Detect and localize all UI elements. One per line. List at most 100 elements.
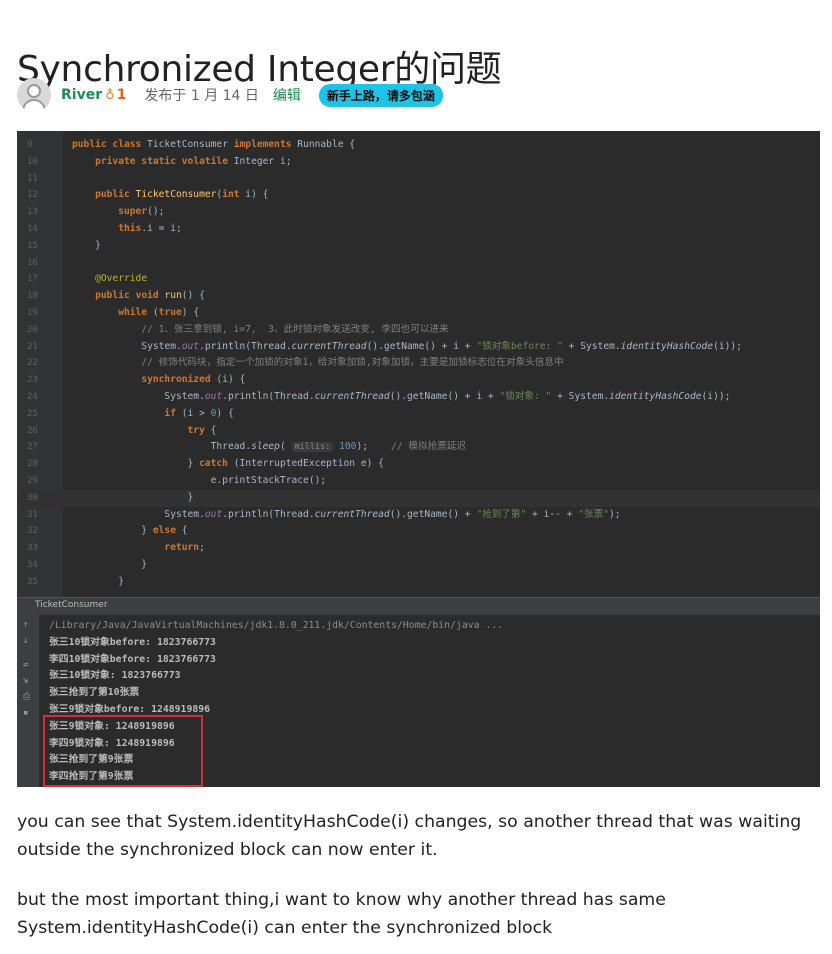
- line-number: 27: [27, 442, 38, 453]
- line-number: 9: [27, 140, 33, 150]
- code-text: System.out.println(Thread.currentThread(…: [72, 340, 742, 352]
- line-number: 32: [27, 526, 38, 537]
- line-number: 26: [27, 425, 38, 436]
- code-text: public TicketConsumer(int i) {: [95, 189, 269, 201]
- line-number: 17: [27, 274, 38, 285]
- code-text: return;: [164, 542, 205, 554]
- code-line: 14 this.i = i;: [17, 221, 820, 238]
- ide-editor: 9 public class TicketConsumer implements …: [17, 131, 820, 597]
- line-number: 13: [27, 207, 38, 218]
- code-line: 13 super();: [17, 204, 820, 221]
- arrow-up-icon: ↑: [23, 620, 29, 630]
- line-number: 22: [27, 358, 38, 369]
- line-number: 18: [27, 291, 38, 302]
- reputation-count: 1: [116, 87, 127, 103]
- line-number: 23: [27, 375, 38, 386]
- console-line: 张三10锁对象: 1823766773: [49, 670, 181, 682]
- line-number: 14: [27, 224, 38, 234]
- line-number: 25: [27, 408, 38, 419]
- line-number: 21: [27, 341, 38, 352]
- line-number: 34: [27, 560, 38, 570]
- question-meta: River ♁ 1 发布于 1 月 14 日 编辑 新手上路，请多包涵: [17, 77, 443, 113]
- highlight-box: [43, 715, 203, 787]
- code-line: 17 @Override: [17, 271, 820, 288]
- code-line: 25 if (i > 0) {: [17, 406, 820, 423]
- posted-date: 发布于 1 月 14 日: [144, 88, 259, 104]
- code-line: 20 // 1、张三拿到锁, i=7, 3、此时锁对象发送改变, 李四也可以进来: [17, 322, 820, 339]
- console-header: TicketConsumer: [17, 597, 820, 616]
- code-line: 16: [17, 255, 820, 272]
- line-number: 10: [27, 156, 38, 167]
- line-number: 11: [27, 173, 38, 184]
- line-number: 16: [27, 257, 38, 268]
- code-text: this.i = i;: [118, 223, 182, 234]
- code-line: 35 }: [17, 574, 820, 591]
- code-text: System.out.println(Thread.currentThread(…: [72, 391, 731, 402]
- code-text: try {: [187, 424, 217, 436]
- line-number: 29: [27, 476, 38, 486]
- console-line: 李四10锁对象before: 1823766773: [49, 653, 216, 665]
- console-toolbar: ↑ ↓ ⇌ ⇲ ⎙ ▪: [17, 615, 39, 787]
- body-paragraph: you can see that System.identityHashCode…: [17, 812, 802, 860]
- edit-link[interactable]: 编辑: [273, 85, 301, 105]
- code-text: }: [72, 559, 148, 570]
- line-number: 30: [27, 492, 38, 503]
- code-line: 22 // 修饰代码块，指定一个加锁的对象1，给对象加锁,对象加锁，主要是加锁标…: [17, 355, 820, 372]
- arrow-down-icon: ↓: [23, 636, 29, 646]
- wrap-icon: ⇌: [23, 660, 29, 670]
- code-line: 33 return;: [17, 540, 820, 557]
- code-line: 32 } else {: [17, 523, 820, 540]
- avatar[interactable]: [17, 78, 51, 112]
- code-line: 26 try {: [17, 423, 820, 440]
- line-number: 15: [27, 240, 38, 251]
- line-number: 24: [27, 392, 38, 402]
- author-link[interactable]: River: [61, 87, 102, 103]
- code-text: public class TicketConsumer implements R…: [72, 139, 356, 150]
- code-text: // 1、张三拿到锁, i=7, 3、此时锁对象发送改变, 李四也可以进来: [141, 323, 449, 335]
- code-text: } catch (InterruptedException e) {: [72, 458, 384, 470]
- code-line: 9 public class TicketConsumer implements …: [17, 137, 820, 154]
- line-number: 35: [27, 576, 38, 587]
- code-line: 23 synchronized (i) {: [17, 372, 820, 389]
- code-line: 28 } catch (InterruptedException e) {: [17, 456, 820, 473]
- line-number: 33: [27, 543, 38, 554]
- code-line: 21 System.out.println(Thread.currentThre…: [17, 339, 820, 356]
- code-line: 19 while (true) {: [17, 305, 820, 322]
- code-text: while (true) {: [118, 307, 200, 318]
- code-line: 30 }: [17, 489, 820, 507]
- console-line: 张三10锁对象before: 1823766773: [49, 636, 216, 648]
- code-line: 24 System.out.println(Thread.currentThre…: [17, 389, 820, 406]
- print-icon: ⎙: [23, 692, 31, 702]
- line-number: 12: [27, 190, 38, 201]
- trash-icon: ▪: [23, 708, 29, 718]
- line-number: 28: [27, 459, 38, 470]
- code-line: 15 }: [17, 238, 820, 255]
- code-line: 12 public TicketConsumer(int i) {: [17, 187, 820, 204]
- console-line: /Library/Java/JavaVirtualMachines/jdk1.8…: [49, 620, 504, 631]
- line-number: 31: [27, 509, 38, 520]
- code-text: System.out.println(Thread.currentThread(…: [72, 508, 621, 520]
- reputation-icon: ♁: [105, 87, 115, 103]
- code-text: Thread.sleep( millis: 100); // 模拟抢票延迟: [72, 441, 466, 453]
- avatar-body-shape: [22, 99, 46, 112]
- code-line: 11: [17, 171, 820, 188]
- code-text: }: [72, 239, 101, 251]
- code-text: if (i > 0) {: [164, 407, 234, 419]
- line-number: 19: [27, 308, 38, 318]
- code-line: 34 }: [17, 557, 820, 574]
- code-text: }: [72, 491, 194, 503]
- code-text: }: [72, 575, 124, 587]
- console-tab: TicketConsumer: [35, 600, 108, 610]
- body-paragraph: but the most important thing,i want to k…: [17, 890, 666, 938]
- code-text: private static volatile Integer i;: [95, 155, 292, 167]
- code-line: 10 private static volatile Integer i;: [17, 154, 820, 171]
- console-line: 张三抢到了第10张票: [49, 687, 140, 699]
- code-text: } else {: [72, 525, 188, 537]
- code-text: // 修饰代码块，指定一个加锁的对象1，给对象加锁,对象加锁，主要是加锁标志位在…: [141, 357, 564, 369]
- newbie-badge: 新手上路，请多包涵: [318, 83, 443, 107]
- code-line: 29 e.printStackTrace();: [17, 473, 820, 490]
- code-text: synchronized (i) {: [141, 374, 246, 386]
- code-text: public void run() {: [95, 290, 205, 302]
- avatar-head-shape: [27, 84, 41, 98]
- code-screenshot: 9 public class TicketConsumer implements …: [17, 131, 820, 787]
